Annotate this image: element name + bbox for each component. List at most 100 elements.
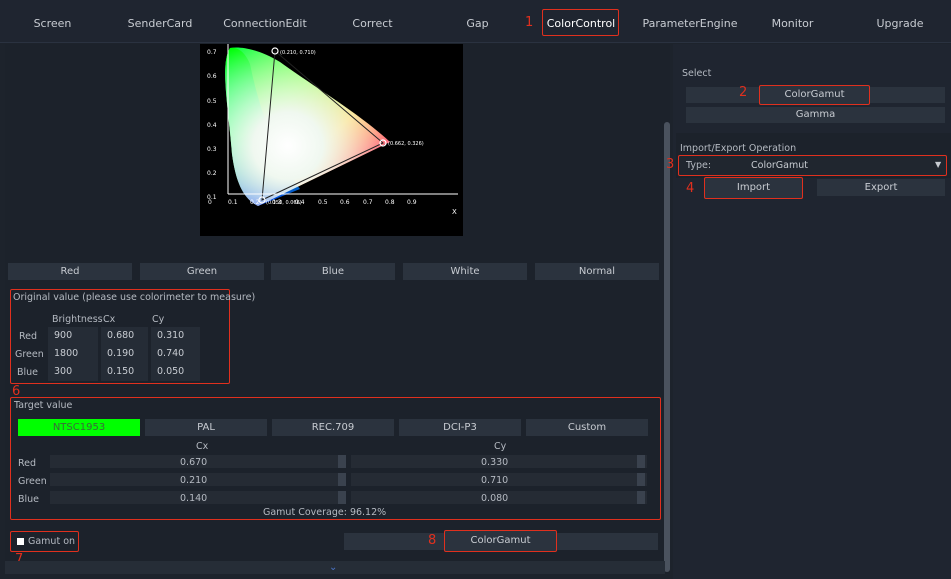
original-value-title: Original value (please use colorimeter t…: [13, 292, 256, 303]
orig-blue-cy[interactable]: 0.050: [151, 363, 200, 381]
export-button[interactable]: Export: [817, 179, 945, 196]
select-gamma-button[interactable]: Gamma: [686, 107, 945, 123]
x-tick: 0: [208, 199, 212, 206]
left-scrollbar[interactable]: [664, 122, 670, 572]
blue-button[interactable]: Blue: [271, 263, 395, 280]
red-cx-value: 0.670: [180, 457, 208, 468]
cx-header: Cx: [103, 314, 116, 325]
cie-chart-svg: (0.210, 0.710) (0.662, 0.326) (0.150, 0.…: [207, 44, 458, 216]
x-tick: 0.6: [340, 199, 350, 206]
orig-blue-brightness[interactable]: 300: [48, 363, 98, 381]
target-row-blue-label: Blue: [18, 494, 40, 505]
tab-connectionedit[interactable]: ConnectionEdit: [210, 0, 320, 43]
select-colorgamut-button[interactable]: ColorGamut: [759, 85, 870, 105]
import-button[interactable]: Import: [704, 177, 803, 199]
cy-header: Cy: [152, 314, 165, 325]
dropdown-arrow-icon[interactable]: ▼: [935, 160, 941, 169]
orig-row-blue-label: Blue: [17, 367, 39, 378]
x-tick: 0.2: [250, 199, 260, 206]
brightness-header: Brightness: [52, 314, 103, 325]
point-green-label: (0.210, 0.710): [280, 50, 316, 56]
y-tick: 0.6: [207, 73, 217, 80]
y-tick: 0.4: [207, 122, 217, 129]
standard-rec709[interactable]: REC.709: [272, 419, 394, 436]
blue-cx-value: 0.140: [180, 493, 208, 504]
point-red-label: (0.662, 0.326): [388, 141, 424, 147]
white-button[interactable]: White: [403, 263, 527, 280]
marker-3: 3: [666, 157, 675, 172]
orig-red-cx[interactable]: 0.680: [101, 327, 148, 345]
y-tick: 0.7: [207, 49, 217, 56]
marker-8: 8: [428, 533, 437, 548]
x-tick: 0.3: [272, 199, 282, 206]
green-button[interactable]: Green: [140, 263, 264, 280]
x-tick: 0.7: [363, 199, 373, 206]
orig-green-cx[interactable]: 0.190: [101, 345, 148, 363]
marker-2: 2: [739, 85, 748, 100]
green-cy-slider-handle[interactable]: [637, 473, 645, 486]
target-row-red-label: Red: [18, 458, 37, 469]
tab-screen[interactable]: Screen: [5, 0, 100, 43]
gamut-on-checkbox[interactable]: [17, 538, 24, 545]
bottom-colorgamut-button[interactable]: ColorGamut: [444, 530, 557, 552]
x-tick: 0.5: [318, 199, 328, 206]
gamut-coverage: Gamut Coverage: 96.12%: [263, 507, 387, 518]
orig-row-red-label: Red: [19, 331, 38, 342]
x-ticks: 0 0.1 0.2 0.3 0.4 0.5 0.6 0.7 0.8 0.9: [208, 199, 417, 206]
type-row-box: [678, 155, 947, 176]
orig-green-brightness[interactable]: 1800: [48, 345, 98, 363]
red-cy-slider-handle[interactable]: [637, 455, 645, 468]
standard-ntsc1953[interactable]: NTSC1953: [18, 419, 140, 436]
green-cx-slider-handle[interactable]: [338, 473, 346, 486]
x-tick: 0.9: [407, 199, 417, 206]
y-tick: 0.3: [207, 146, 217, 153]
target-value-title: Target value: [14, 400, 73, 411]
red-button[interactable]: Red: [8, 263, 132, 280]
blue-cx-slider-handle[interactable]: [338, 491, 346, 504]
target-row-green-label: Green: [18, 476, 47, 487]
type-label: Type:: [686, 160, 712, 171]
marker-1: 1: [525, 15, 534, 30]
normal-button[interactable]: Normal: [535, 263, 659, 280]
highlight-box-1: [542, 9, 619, 36]
green-cy-value: 0.710: [481, 475, 509, 486]
tab-bar: Screen SenderCard ConnectionEdit Correct…: [0, 0, 951, 43]
orig-blue-cx[interactable]: 0.150: [101, 363, 148, 381]
import-export-label: Import/Export Operation: [680, 143, 797, 154]
blue-cy-slider-handle[interactable]: [637, 491, 645, 504]
orig-row-green-label: Green: [15, 349, 44, 360]
standard-custom[interactable]: Custom: [526, 419, 648, 436]
gamut-on-label: Gamut on: [28, 536, 76, 547]
orig-red-cy[interactable]: 0.310: [151, 327, 200, 345]
x-tick: 0.1: [228, 199, 238, 206]
type-select[interactable]: ColorGamut: [751, 160, 808, 171]
target-cx-header: Cx: [196, 441, 209, 452]
select-label: Select: [682, 68, 712, 79]
cie-chart: (0.210, 0.710) (0.662, 0.326) (0.150, 0.…: [200, 44, 463, 236]
locus-white: [225, 47, 390, 206]
y-tick: 0.2: [207, 170, 217, 177]
tab-gap[interactable]: Gap: [440, 0, 515, 43]
tab-monitor[interactable]: Monitor: [750, 0, 835, 43]
tab-parameterengine[interactable]: ParameterEngine: [640, 0, 740, 43]
x-tick: 0.8: [385, 199, 395, 206]
red-cx-slider-handle[interactable]: [338, 455, 346, 468]
marker-4: 4: [686, 181, 695, 196]
target-cy-header: Cy: [494, 441, 507, 452]
x-tick: 0.4: [295, 199, 305, 206]
right-panel: [673, 44, 951, 579]
standard-dcip3[interactable]: DCI-P3: [399, 419, 521, 436]
tab-upgrade[interactable]: Upgrade: [855, 0, 945, 43]
tab-sendercard[interactable]: SenderCard: [110, 0, 210, 43]
green-cx-value: 0.210: [180, 475, 208, 486]
red-cy-value: 0.330: [481, 457, 509, 468]
blue-cy-value: 0.080: [481, 493, 509, 504]
y-tick: 0.5: [207, 98, 217, 105]
y-ticks: 0.7 0.6 0.5 0.4 0.3 0.2 0.1: [207, 49, 217, 201]
tab-correct[interactable]: Correct: [320, 0, 425, 43]
x-axis-label: X: [452, 208, 457, 216]
chevron-down-icon[interactable]: ⌄: [329, 562, 337, 573]
orig-green-cy[interactable]: 0.740: [151, 345, 200, 363]
orig-red-brightness[interactable]: 900: [48, 327, 98, 345]
standard-pal[interactable]: PAL: [145, 419, 267, 436]
